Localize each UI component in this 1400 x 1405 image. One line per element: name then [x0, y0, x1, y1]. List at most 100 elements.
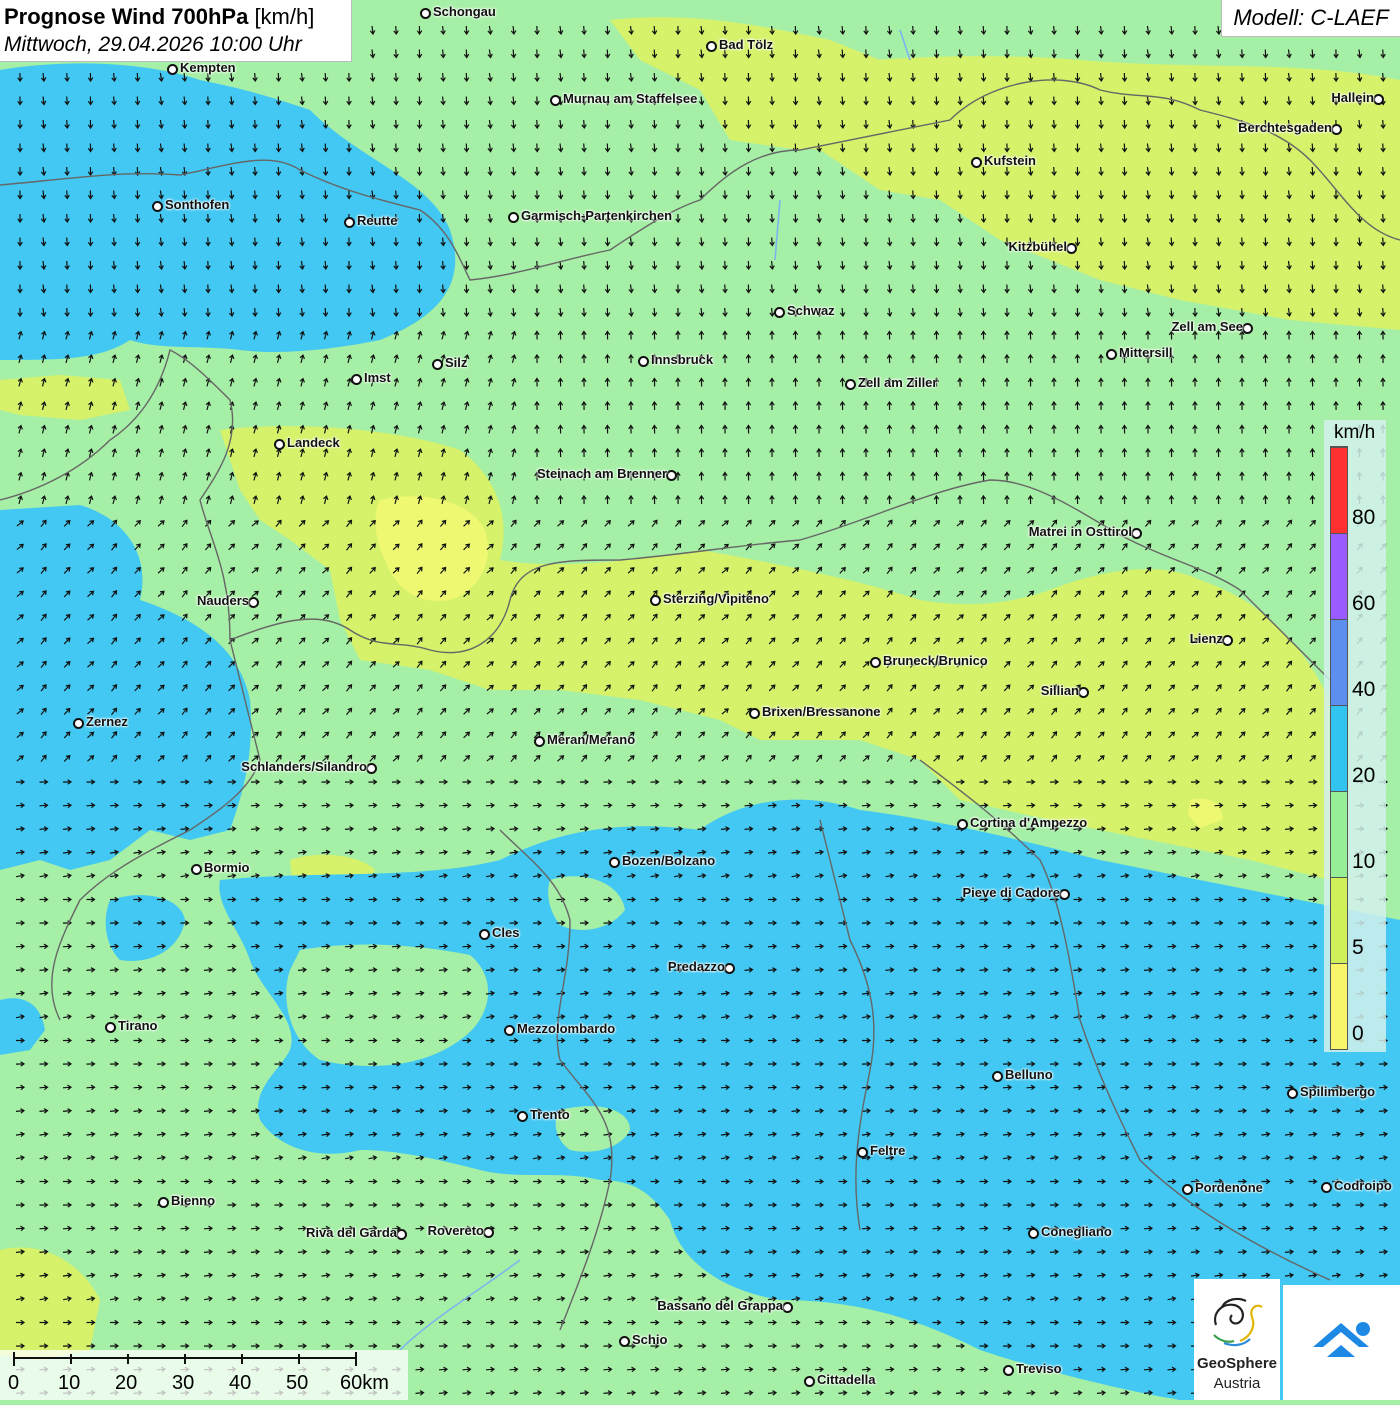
city-dot [1078, 687, 1089, 698]
geosphere-emblem-icon [1213, 1297, 1263, 1347]
city-label: Sonthofen [165, 197, 230, 212]
legend-color-bar [1330, 446, 1348, 1050]
city-dot [1222, 635, 1233, 646]
city-label: Pordenone [1195, 1180, 1263, 1195]
city-label: Innsbruck [651, 352, 714, 367]
geosphere-logo[interactable]: GeoSphere Austria [1194, 1279, 1280, 1400]
city-label: Bozen/Bolzano [622, 853, 716, 868]
city-dot [351, 374, 362, 385]
city-dot [1373, 94, 1384, 105]
city-dot [1182, 1184, 1193, 1195]
city-label: Mezzolombardo [517, 1021, 616, 1036]
city-dot [366, 763, 377, 774]
city-dot [479, 929, 490, 940]
city-dot [248, 597, 259, 608]
city-dot [1287, 1088, 1298, 1099]
legend-tick-10: 10 [1352, 850, 1376, 873]
city-label: Brixen/Bressanone [762, 704, 881, 719]
city-dot [666, 470, 677, 481]
city-dot [971, 157, 982, 168]
city-label: Cles [492, 925, 520, 940]
city-dot [804, 1376, 815, 1387]
city-dot [167, 64, 178, 75]
city-label: Tirano [118, 1018, 158, 1033]
scale-label-40: 40 [229, 1372, 252, 1394]
city-dot [749, 708, 760, 719]
city-label: Predazzo [667, 959, 725, 974]
map-title-main: Prognose Wind 700hPa [4, 4, 249, 29]
city-dot [619, 1336, 630, 1347]
city-label: Kitzbühel [1008, 239, 1068, 254]
city-label: Riva del Garda [305, 1225, 397, 1240]
legend-segment-20 [1331, 705, 1347, 791]
city-label: Feltre [870, 1143, 906, 1158]
city-dot [504, 1025, 515, 1036]
forecast-datetime: Mittwoch, 29.04.2026 10:00 Uhr [4, 33, 302, 56]
scale-label-50: 50 [286, 1372, 309, 1394]
legend-tick-80: 80 [1352, 506, 1376, 529]
city-dot [550, 95, 561, 106]
city-label: Murnau am Staffelsee [563, 91, 698, 106]
city-label: Cortina d'Ampezzo [970, 815, 1088, 830]
city-label: Imst [364, 370, 391, 385]
legend-segment-0 [1331, 963, 1347, 1049]
legend-tick-0: 0 [1352, 1022, 1364, 1045]
city-label: Pieve di Cadore [962, 885, 1060, 900]
legend-segment-5 [1331, 877, 1347, 963]
scale-label-10: 10 [58, 1372, 81, 1394]
city-label: Schio [632, 1332, 668, 1347]
city-dot [1059, 889, 1070, 900]
city-dot [1066, 243, 1077, 254]
legend-segment-60 [1331, 533, 1347, 619]
legend-tick-5: 5 [1352, 936, 1364, 959]
city-dot [152, 201, 163, 212]
city-label: Bad Tölz [719, 37, 774, 52]
city-dot [1321, 1182, 1332, 1193]
app-logo[interactable] [1283, 1285, 1400, 1400]
city-label: Bienno [171, 1193, 216, 1208]
city-dot [274, 439, 285, 450]
city-dot [1106, 349, 1117, 360]
city-label: Nauders [196, 593, 249, 608]
city-dot [158, 1197, 169, 1208]
model-label: Modell: C-LAEF [1221, 0, 1400, 37]
city-dot [724, 963, 735, 974]
city-label: Sterzing/Vipiteno [663, 591, 769, 606]
city-dot [483, 1227, 494, 1238]
city-label: Berchtesgaden [1238, 120, 1332, 135]
city-label: Hallein [1331, 90, 1374, 105]
city-label: Kempten [180, 60, 236, 75]
map-title-unit: [km/h] [254, 4, 315, 29]
city-label: Kufstein [984, 153, 1036, 168]
city-label: Meran/Merano [547, 732, 636, 747]
city-dot [782, 1302, 793, 1313]
city-dot [191, 864, 202, 875]
scale-label-60km: 60km [340, 1372, 389, 1394]
city-dot [420, 8, 431, 19]
city-dot [774, 307, 785, 318]
city-dot [845, 379, 856, 390]
city-label: Mittersill [1119, 345, 1173, 360]
city-label: Lienz [1189, 631, 1223, 646]
legend-tick-60: 60 [1352, 592, 1376, 615]
city-dot [1242, 323, 1253, 334]
city-label: Bormio [204, 860, 250, 875]
city-dot [706, 41, 717, 52]
scale-bar: 0 10 20 30 40 50 60km [0, 1350, 408, 1400]
city-label: Bassano del Grappa [657, 1298, 783, 1313]
legend-segment-40 [1331, 619, 1347, 705]
city-label: Spilimbergo [1300, 1084, 1376, 1099]
color-legend: km/h 80 60 40 20 10 5 0 [1324, 420, 1386, 1052]
city-dot [508, 212, 519, 223]
city-dot [1003, 1365, 1014, 1376]
legend-tick-20: 20 [1352, 764, 1376, 787]
city-dot [396, 1229, 407, 1240]
city-label: Codroipo [1334, 1178, 1392, 1193]
scale-label-30: 30 [172, 1372, 195, 1394]
city-dot [73, 718, 84, 729]
city-label: Garmisch-Partenkirchen [521, 208, 673, 223]
city-dot [432, 359, 443, 370]
city-label: Steinach am Brenner [536, 466, 667, 481]
legend-segment-10 [1331, 791, 1347, 877]
city-label: Belluno [1005, 1067, 1053, 1082]
